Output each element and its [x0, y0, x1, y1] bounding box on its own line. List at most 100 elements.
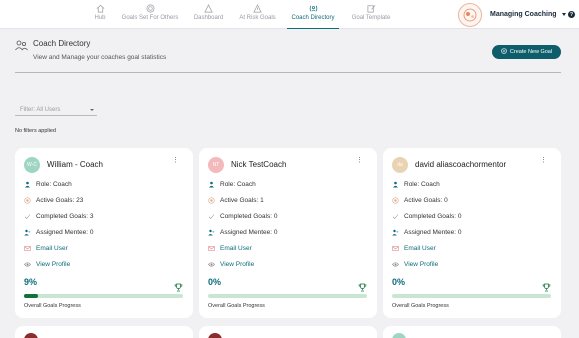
user-avatar — [458, 2, 482, 27]
active-goals-label: Active Goals: 1 — [208, 197, 264, 204]
triangle-icon — [204, 4, 213, 13]
progress-bar — [392, 294, 551, 298]
avatar: NT — [208, 157, 224, 173]
coach-name: david aliascoachormentor — [415, 160, 507, 169]
more-options-icon[interactable]: ⋮ — [540, 157, 547, 164]
user-filter-select[interactable]: Filter: All Users — [15, 104, 97, 116]
completed-goals-label-text: Completed Goals: 3 — [36, 213, 94, 220]
role-label: Role: Coach — [24, 181, 72, 188]
assigned-mentee-label-text: Assigned Mentee: 0 — [404, 229, 462, 236]
view-profile-link-text: View Profile — [220, 261, 255, 268]
completed-goals-label: Completed Goals: 3 — [24, 213, 93, 220]
tab-goals-set-for-others-label: Goals Set For Others — [121, 15, 179, 21]
coach-card-partial — [15, 326, 193, 338]
page-title: Coach Directory — [33, 39, 91, 48]
check-icon — [208, 213, 215, 220]
active-goals-label-text: Active Goals: 0 — [404, 197, 448, 204]
email-user-link[interactable]: Email User — [392, 245, 436, 252]
coach-card-partial — [199, 326, 377, 338]
tab-dashboard[interactable]: Dashboard — [193, 0, 224, 29]
eye-icon — [208, 261, 215, 268]
view-profile-link[interactable]: View Profile — [208, 261, 254, 268]
coach-name: William - Coach — [47, 160, 104, 169]
target-icon — [392, 197, 399, 204]
mail-icon — [24, 245, 31, 252]
overall-goals-progress-label: Overall Goals Progress — [208, 303, 265, 309]
view-profile-link[interactable]: View Profile — [24, 261, 70, 268]
person-icon — [24, 181, 31, 188]
completed-goals-label-text: Completed Goals: 0 — [220, 213, 278, 220]
active-goals-label: Active Goals: 23 — [24, 197, 83, 204]
tab-goal-template[interactable]: Goal Template — [350, 0, 392, 29]
overall-goals-progress-label: Overall Goals Progress — [24, 303, 81, 309]
active-goals-label-text: Active Goals: 1 — [220, 197, 264, 204]
role-label: Role: Coach — [208, 181, 256, 188]
tab-hub[interactable]: Hub — [90, 0, 110, 29]
view-profile-link-text: View Profile — [36, 261, 71, 268]
mentee-icon — [24, 229, 31, 236]
eye-icon — [392, 261, 399, 268]
progress-bar — [24, 294, 183, 298]
avatar: W-C — [24, 157, 40, 173]
email-user-link-text: Email User — [220, 245, 252, 252]
coach-card-partial — [383, 326, 561, 338]
progress-percent: 0% — [208, 277, 222, 287]
more-options-icon[interactable]: ⋮ — [356, 157, 363, 164]
coach-name: Nick TestCoach — [231, 160, 287, 169]
assigned-mentee-label: Assigned Mentee: 0 — [24, 229, 93, 236]
progress-percent: 0% — [392, 277, 406, 287]
assigned-mentee-label: Assigned Mentee: 0 — [208, 229, 277, 236]
avatar: da — [392, 157, 408, 173]
user-menu[interactable]: Managing Coaching — [458, 1, 572, 28]
tab-goals-set-for-others[interactable]: Goals Set For Others — [120, 0, 180, 29]
target-icon — [24, 197, 31, 204]
tab-coach-directory-label: Coach Directory — [291, 15, 335, 21]
coach-card: NT Nick TestCoach ⋮ Role: Coach Active Goals… — [199, 148, 377, 318]
create-new-goal-button[interactable]: Create New Goal — [492, 45, 561, 59]
email-user-link-text: Email User — [404, 245, 436, 252]
completed-goals-label: Completed Goals: 0 — [208, 213, 277, 220]
coach-card: da david aliascoachormentor ⋮ Role: Coach Ac… — [383, 148, 561, 318]
role-label-text: Role: Coach — [404, 181, 440, 188]
check-icon — [392, 213, 399, 220]
mentee-icon — [208, 229, 215, 236]
view-profile-link-text: View Profile — [404, 261, 439, 268]
view-profile-link[interactable]: View Profile — [392, 261, 438, 268]
target-icon — [146, 4, 155, 13]
progress-bar — [208, 294, 367, 298]
alert-icon — [253, 4, 262, 13]
overall-goals-progress-label: Overall Goals Progress — [392, 303, 449, 309]
email-user-link[interactable]: Email User — [208, 245, 252, 252]
chevron-down-icon — [561, 13, 566, 16]
tab-at-risk-goals[interactable]: At Risk Goals — [238, 0, 277, 29]
assigned-mentee-label-text: Assigned Mentee: 0 — [36, 229, 94, 236]
chevron-down-icon — [90, 109, 94, 111]
email-user-link[interactable]: Email User — [24, 245, 68, 252]
target-icon — [208, 197, 215, 204]
completed-goals-label: Completed Goals: 0 — [392, 213, 461, 220]
divider — [15, 72, 561, 73]
avatar — [24, 333, 38, 338]
tab-dashboard-label: Dashboard — [193, 15, 224, 21]
coach-icon — [309, 4, 318, 13]
people-icon — [15, 38, 28, 56]
filter-status: No filters applied — [15, 128, 56, 134]
active-goals-label: Active Goals: 0 — [392, 197, 448, 204]
more-options-icon[interactable]: ⋮ — [172, 157, 179, 164]
check-icon — [24, 213, 31, 220]
help-icon[interactable]: ? — [568, 11, 575, 18]
assigned-mentee-label-text: Assigned Mentee: 0 — [220, 229, 278, 236]
create-new-goal-label: Create New Goal — [509, 49, 553, 55]
page-subtitle: View and Manage your coaches goal statis… — [33, 54, 167, 61]
eye-icon — [24, 261, 31, 268]
completed-goals-label-text: Completed Goals: 0 — [404, 213, 462, 220]
assigned-mentee-label: Assigned Mentee: 0 — [392, 229, 461, 236]
role-label: Role: Coach — [392, 181, 440, 188]
avatar — [208, 333, 222, 338]
coach-card: W-C William - Coach ⋮ Role: Coach Active Goa… — [15, 148, 193, 318]
progress-fill — [24, 294, 39, 298]
mentee-icon — [392, 229, 399, 236]
tab-coach-directory[interactable]: Coach Directory — [287, 0, 339, 29]
tab-at-risk-goals-label: At Risk Goals — [239, 15, 276, 21]
top-navigation: Hub Goals Set For Others Dashboard At Ri… — [0, 0, 579, 29]
